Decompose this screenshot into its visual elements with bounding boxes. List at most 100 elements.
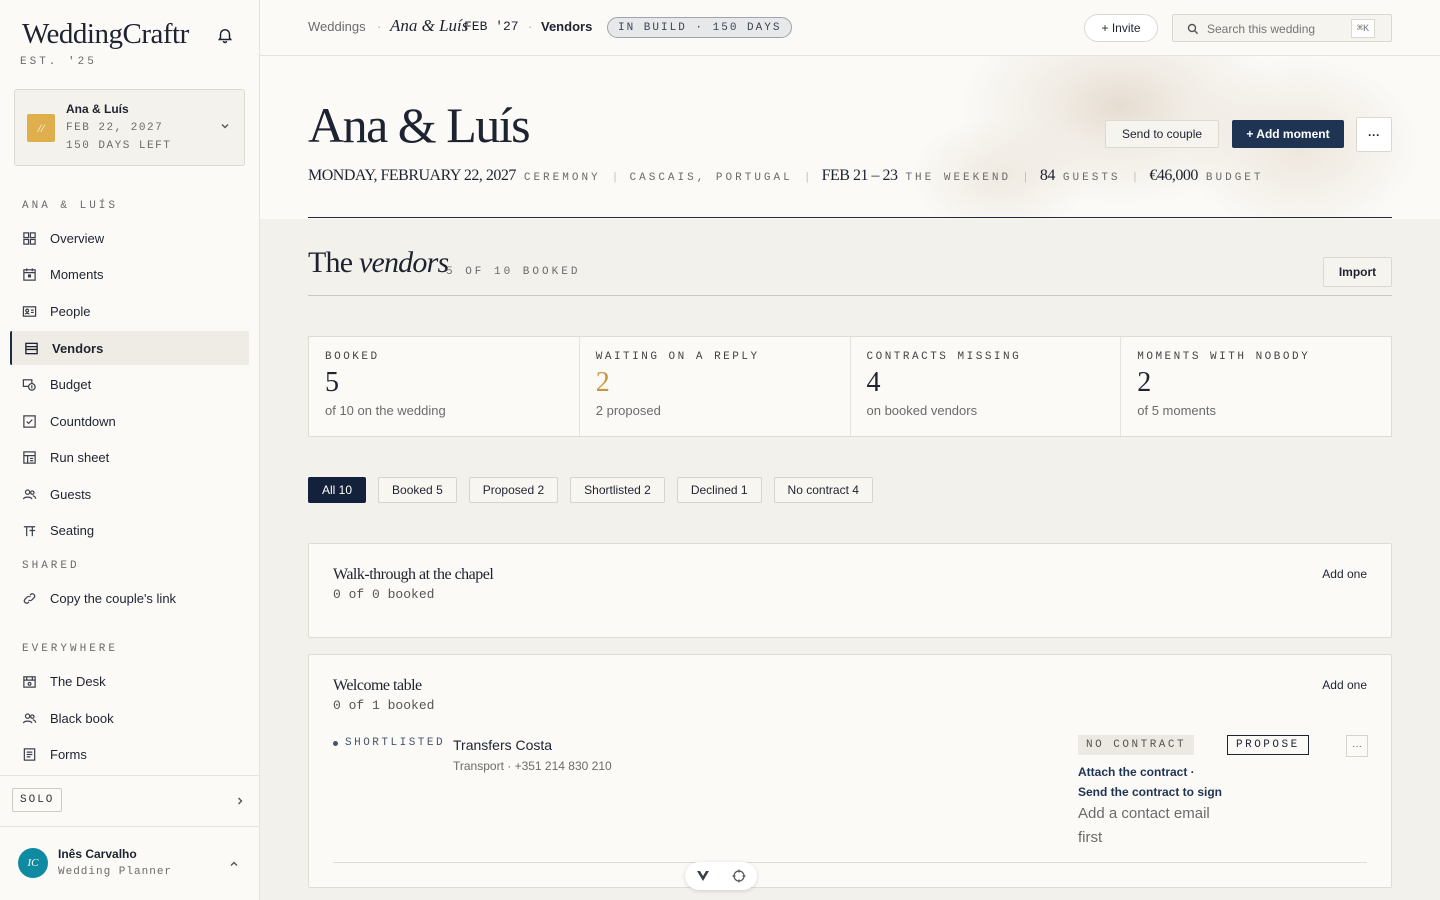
vendor-name[interactable]: Transfers Costa [453,737,552,753]
sidebar-item-the-desk[interactable]: The Desk [10,664,249,698]
vendor-more-button[interactable]: ··· [1346,735,1368,757]
stat-sub: on booked vendors [866,403,978,418]
more-options-button[interactable]: ··· [1356,117,1392,152]
breadcrumb-wedding[interactable]: Ana & Luís [390,16,468,36]
sidebar-item-label: Budget [50,376,92,392]
search-box[interactable]: ⌘K [1172,14,1392,42]
floating-toolbar [685,862,757,890]
vendors-title-plain: The [308,246,353,279]
sidebar-item-overview[interactable]: Overview [10,221,249,255]
hero-divider [308,217,1392,218]
stat-value: 5 [325,367,339,398]
sidebar-item-moments[interactable]: Moments [10,257,249,291]
vendor-meta: Transport · +351 214 830 210 [453,759,612,773]
contact-email-hint: Add a contact email first [1078,805,1210,846]
section-divider [308,295,1392,296]
calendar-icon [23,267,36,281]
section-everywhere-label: EVERYWHERE [22,643,119,655]
logo-v-icon[interactable] [696,869,710,883]
plan-badge[interactable]: SOLO [12,788,63,812]
moment-card: Welcome table 0 of 1 booked Add one SHOR… [308,654,1392,888]
sidebar-item-copy-link[interactable]: Copy the couple's link [10,581,249,615]
moment-booked-count: 0 of 1 booked [333,698,435,713]
add-moment-button[interactable]: + Add moment [1232,120,1344,148]
stat-label: BOOKED [325,351,380,363]
sidebar-item-run-sheet[interactable]: Run sheet [10,440,249,474]
propose-button[interactable]: PROPOSE [1227,735,1309,755]
vendors-title-italic: vendors [358,246,449,279]
stat-contracts-missing[interactable]: CONTRACTS MISSING 4 on booked vendors [851,337,1122,436]
weekend-dates: FEB 21 – 23 [821,167,898,184]
send-contract-link[interactable]: Send the contract to sign [1078,785,1222,799]
sidebar-item-label: Moments [50,266,104,282]
filter-no-contract[interactable]: No contract 4 [773,477,873,503]
breadcrumb-weddings[interactable]: Weddings [308,19,366,34]
search-input[interactable] [1207,20,1347,37]
sidebar-item-seating[interactable]: Seating [10,513,249,547]
import-button[interactable]: Import [1323,257,1392,287]
sidebar-item-label: Copy the couple's link [50,590,177,606]
moment-title: Welcome table [333,677,422,694]
budget-amount: €46,000 [1149,167,1198,184]
sidebar-item-label: The Desk [50,673,106,689]
filter-all[interactable]: All 10 [308,477,367,503]
add-vendor-link[interactable]: Add one [1322,678,1367,692]
user-role: Wedding Planner [58,866,173,878]
row-divider [333,862,1367,863]
brand-logo[interactable]: WeddingCraftr [22,18,189,51]
sidebar-item-guests[interactable]: Guests [10,477,249,511]
sidebar-item-people[interactable]: People [10,294,249,328]
send-to-couple-button[interactable]: Send to couple [1105,120,1219,148]
wedding-thumb: // [27,114,55,142]
brand-tagline: EST. '25 [20,56,97,68]
users-icon [22,488,37,499]
filter-declined[interactable]: Declined 1 [676,477,762,503]
filter-chips: All 10 Booked 5 Proposed 2 Shortlisted 2… [308,477,873,503]
sidebar-item-label: Forms [50,746,87,762]
coins-icon [22,378,36,391]
filter-booked[interactable]: Booked 5 [378,477,457,503]
wedding-switcher[interactable]: // Ana & Luís FEB 22, 2027 150 DAYS LEFT [14,89,245,166]
wedding-name: Ana & Luís [66,102,129,116]
table-icon [23,525,36,536]
filter-proposed[interactable]: Proposed 2 [468,477,559,503]
avatar[interactable]: IC [18,848,48,878]
sidebar-item-countdown[interactable]: Countdown [10,404,249,438]
filter-shortlisted[interactable]: Shortlisted 2 [570,477,665,503]
stat-label: WAITING ON A REPLY [595,351,760,363]
status-dot-icon [333,740,338,746]
chevron-right-icon[interactable] [234,795,246,807]
search-icon [1187,23,1199,35]
wedding-days-left: 150 DAYS LEFT [66,140,172,152]
main-content: Weddings · Ana & Luís FEB '27 · Vendors … [260,0,1440,900]
stat-label: CONTRACTS MISSING [866,351,1022,363]
chevron-down-icon [221,124,229,129]
sidebar-item-forms[interactable]: Forms [10,737,249,771]
bell-icon[interactable] [216,26,234,44]
sidebar-item-label: Run sheet [50,449,110,465]
stat-moments-nobody[interactable]: MOMENTS WITH NOBODY 2 of 5 moments [1121,337,1391,436]
meta-divider: | [1133,171,1137,183]
vendors-booked-count: 5 OF 10 BOOKED [446,266,581,278]
sidebar-item-black-book[interactable]: Black book [10,701,249,735]
moment-booked-count: 0 of 0 booked [333,587,435,602]
stat-value: 2 [595,367,610,398]
invite-button[interactable]: + Invite [1084,14,1158,42]
crosshair-icon[interactable] [732,869,746,883]
weekend-label: THE WEEKEND [905,172,1012,184]
chevron-up-icon[interactable] [228,858,240,870]
store-icon [25,342,38,354]
stat-sub: 2 proposed [595,403,661,418]
stat-sub: of 10 on the wedding [325,403,446,418]
sidebar-item-budget[interactable]: Budget [10,367,249,401]
guest-count: 84 [1039,167,1056,184]
wedding-meta: MONDAY, FEBRUARY 22, 2027 CEREMONY | CAS… [308,167,1264,185]
sidebar-item-vendors[interactable]: Vendors [10,331,249,365]
add-vendor-link[interactable]: Add one [1322,567,1367,581]
stat-booked[interactable]: BOOKED 5 of 10 on the wedding [309,337,580,436]
attach-contract-link[interactable]: Attach the contract · [1078,765,1195,779]
ceremony-label: CEREMONY [523,172,601,184]
status-badge: IN BUILD · 150 DAYS [607,17,793,38]
budget-label: BUDGET [1205,172,1264,184]
stat-waiting[interactable]: WAITING ON A REPLY 2 2 proposed [580,337,851,436]
